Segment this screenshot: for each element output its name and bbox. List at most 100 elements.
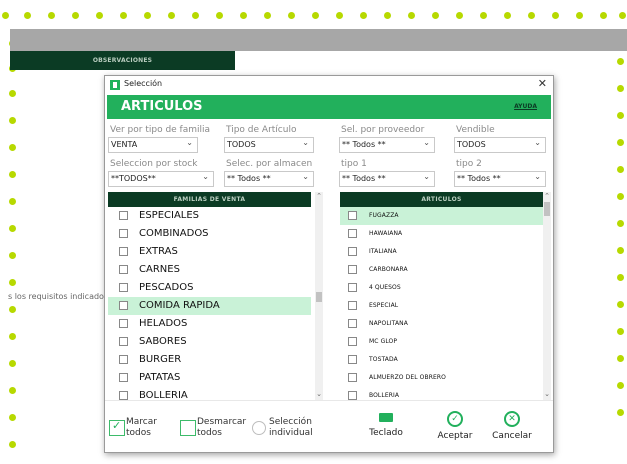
filter-article-type-select[interactable]: TODOS ⌄ [224,137,314,153]
article-checkbox[interactable] [348,229,357,238]
article-checkbox[interactable] [348,355,357,364]
article-label: ALMUERZO DEL OBRERO [369,374,446,381]
filter-family-type-label: Ver por tipo de familia [110,125,211,135]
family-row[interactable]: HELADOS [108,315,311,333]
article-checkbox[interactable] [348,319,357,328]
family-row[interactable]: CARNES [108,261,311,279]
family-row[interactable]: PATATAS [108,369,311,387]
family-row[interactable]: ESPECIALES [108,207,311,225]
filter-family-type-select[interactable]: VENTA ⌄ [108,137,198,153]
x-circle-icon: ✕ [504,411,520,427]
filter-stock-select[interactable]: **TODOS** ⌄ [108,171,214,187]
scroll-up-icon[interactable]: ⌃ [543,192,551,200]
scroll-thumb[interactable] [544,202,550,216]
article-checkbox[interactable] [348,265,357,274]
filter-sellable-select[interactable]: TODOS ⌄ [454,137,546,153]
filter-type1-select[interactable]: ** Todos ** ⌄ [339,171,435,187]
family-row[interactable]: BURGER [108,351,311,369]
article-row[interactable]: ALMUERZO DEL OBRERO [340,369,543,387]
family-row[interactable]: COMBINADOS [108,225,311,243]
close-icon[interactable]: ✕ [538,77,547,90]
cancel-button[interactable]: ✕ Cancelar [488,411,536,441]
article-row[interactable]: ITALIANA [340,243,543,261]
article-row[interactable]: MC GLOP [340,333,543,351]
family-checkbox[interactable] [119,211,128,220]
background-toolbar [10,29,627,51]
family-row[interactable]: EXTRAS [108,243,311,261]
header-title: ARTICULOS [121,99,203,114]
family-checkbox[interactable] [119,265,128,274]
families-list-header: FAMILIAS DE VENTA [108,192,311,207]
mark-all-label-2: todos [126,428,151,438]
family-checkbox[interactable] [119,337,128,346]
article-checkbox[interactable] [348,391,357,400]
chevron-down-icon: ⌄ [302,172,309,181]
article-row[interactable]: ESPECIAL [340,297,543,315]
accept-label: Aceptar [437,431,473,441]
family-row[interactable]: PESCADOS [108,279,311,297]
article-row[interactable]: BOLLERIA [340,387,543,405]
article-checkbox[interactable] [348,211,357,220]
individual-selection-radio[interactable] [252,421,266,435]
family-checkbox[interactable] [119,373,128,382]
family-checkbox[interactable] [119,247,128,256]
article-label: 4 QUESOS [369,284,401,291]
families-scrollbar[interactable]: ⌃ ⌄ [315,192,323,400]
unmark-all-checkbox[interactable] [180,420,196,436]
articles-scrollbar[interactable]: ⌃ ⌄ [543,192,551,400]
family-checkbox[interactable] [119,283,128,292]
article-row[interactable]: FUGAZZA [340,207,543,225]
keyboard-label: Teclado [369,428,403,438]
filter-sellable-value: TODOS [457,140,486,149]
accept-button[interactable]: ✓ Aceptar [431,411,479,441]
article-row[interactable]: NAPOLITANA [340,315,543,333]
family-checkbox[interactable] [119,355,128,364]
filter-type2-select[interactable]: ** Todos ** ⌄ [454,171,546,187]
family-checkbox[interactable] [119,301,128,310]
article-checkbox[interactable] [348,283,357,292]
chevron-down-icon: ⌄ [202,172,209,181]
family-label: CARNES [139,264,180,275]
article-row[interactable]: 4 QUESOS [340,279,543,297]
article-checkbox[interactable] [348,247,357,256]
family-checkbox[interactable] [119,391,128,400]
decorative-dots-left [0,40,24,464]
family-checkbox[interactable] [119,229,128,238]
article-row[interactable]: TOSTADA [340,351,543,369]
mark-all-label-1: Marcar [126,417,157,427]
chevron-down-icon: ⌄ [423,172,430,181]
article-checkbox[interactable] [348,301,357,310]
dialog-titlebar: Selección ✕ [105,76,553,94]
individual-label-2: individual [269,428,313,438]
scroll-down-icon[interactable]: ⌄ [315,390,323,398]
keyboard-button[interactable]: Teclado [362,413,410,438]
scroll-up-icon[interactable]: ⌃ [315,192,323,200]
article-checkbox[interactable] [348,373,357,382]
article-row[interactable]: HAWAIANA [340,225,543,243]
family-label: BURGER [139,354,182,365]
article-checkbox[interactable] [348,337,357,346]
family-label: SABORES [139,336,187,347]
dialog-header: ARTICULOS AYUDA [107,95,551,119]
filter-type1-label: tipo 1 [341,159,367,169]
family-row[interactable]: SABORES [108,333,311,351]
filter-article-type-value: TODOS [227,140,256,149]
scroll-thumb[interactable] [316,292,322,302]
filter-family-type-value: VENTA [111,140,138,149]
filter-supplier-select[interactable]: ** Todos ** ⌄ [339,137,435,153]
filter-stock-value: **TODOS** [111,174,156,183]
article-row[interactable]: CARBONARA [340,261,543,279]
family-row[interactable]: BOLLERIA [108,387,311,405]
family-row[interactable]: COMIDA RAPIDA [108,297,311,315]
help-link[interactable]: AYUDA [514,103,537,110]
filter-supplier-label: Sel. por proveedor [341,125,425,135]
scroll-down-icon[interactable]: ⌄ [543,390,551,398]
article-label: CARBONARA [369,266,408,273]
filter-article-type-label: Tipo de Artículo [226,125,297,135]
keyboard-icon [379,413,393,422]
filter-type1-value: ** Todos ** [342,174,386,183]
family-checkbox[interactable] [119,319,128,328]
filter-warehouse-select[interactable]: ** Todos ** ⌄ [224,171,314,187]
mark-all-checkbox[interactable]: ✓ [109,419,125,436]
article-label: MC GLOP [369,338,398,345]
